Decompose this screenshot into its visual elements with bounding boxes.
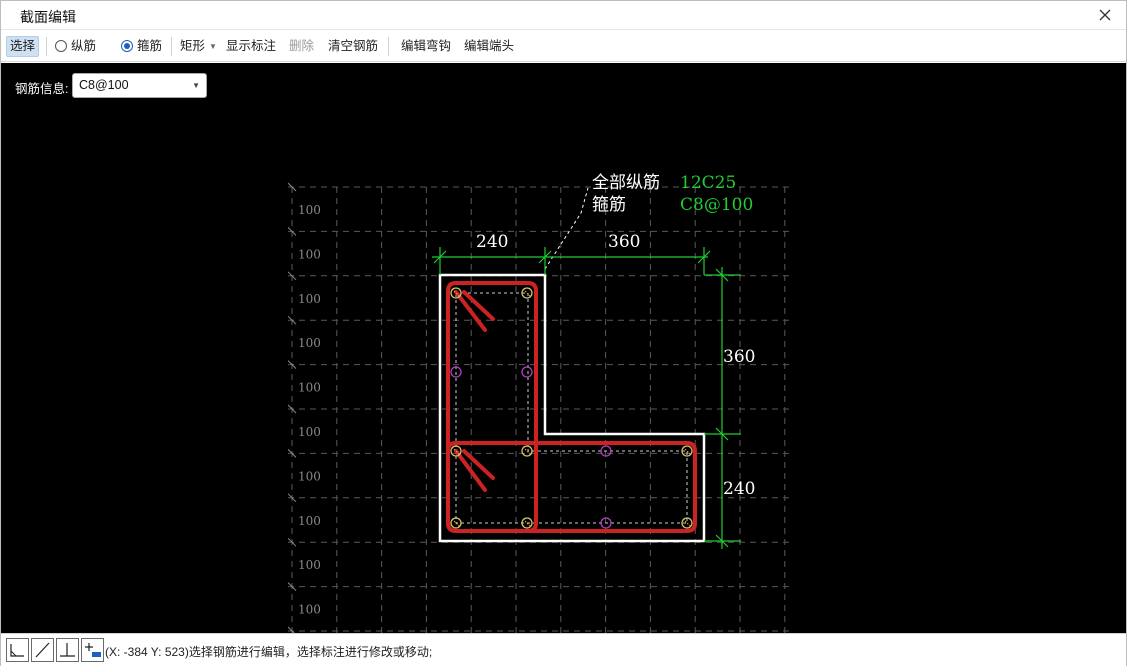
stirrup-hook-bottom[interactable]: [454, 449, 495, 492]
add-point-tool-button[interactable]: [81, 638, 104, 662]
clear-rebar-button[interactable]: 清空钢筋: [328, 36, 378, 57]
grid-row-label: 100: [298, 247, 321, 261]
dimension-right-top[interactable]: 360: [723, 347, 755, 367]
perpendicular-tool-icon: [60, 643, 75, 657]
edit-end-button[interactable]: 编辑端头: [464, 36, 514, 57]
all-longitudinal-label: 全部纵筋: [592, 173, 660, 193]
rebar-info-value: C8@100: [79, 78, 129, 92]
dimension-right-bottom[interactable]: 240: [723, 479, 755, 499]
delete-button[interactable]: 删除: [289, 36, 314, 57]
corner-tool-button[interactable]: [6, 638, 29, 662]
perpendicular-tool-button[interactable]: [56, 638, 79, 662]
rectangle-dropdown[interactable]: 矩形 ▼: [180, 36, 217, 57]
show-dimension-button[interactable]: 显示标注: [226, 36, 276, 57]
toolbar-separator: [46, 37, 47, 56]
grid-labels: 100 100 100 100 100 100 100 100 100 100: [298, 203, 321, 617]
radio-on-icon: [121, 40, 133, 52]
all-longitudinal-value: 12C25: [680, 173, 736, 193]
inner-dashed-outline: [455, 292, 688, 524]
section-drawing[interactable]: 100 100 100 100 100 100 100 100 100 100 240 360 3…: [1, 63, 1126, 633]
rebar-annotation[interactable]: 全部纵筋 12C25 箍筋 C8@100: [592, 173, 753, 215]
grid-row-label: 100: [298, 292, 321, 306]
section-outline[interactable]: [438, 273, 706, 543]
radio-off-icon: [55, 40, 67, 52]
longitudinal-radio[interactable]: 纵筋: [55, 36, 96, 57]
grid-row-label: 100: [298, 336, 321, 350]
toolbar: 选择 纵筋 箍筋 矩形 ▼ 显示标注 删除 清空钢筋 编辑弯钩 编辑端头: [1, 31, 1126, 62]
grid-row-label: 100: [298, 603, 321, 617]
section-edit-window: 截面编辑 选择 纵筋 箍筋 矩形 ▼ 显示标注 删除 清空钢筋 编辑弯钩 编辑端头…: [0, 0, 1127, 666]
dimension-top-right[interactable]: 360: [608, 232, 640, 252]
stirrup-radio[interactable]: 箍筋: [121, 36, 162, 57]
grid-row-label: 100: [298, 381, 321, 395]
toolbar-separator: [171, 37, 172, 56]
close-icon: [1099, 9, 1111, 21]
grid-row-label: 100: [298, 558, 321, 572]
grid: [287, 182, 792, 633]
status-message: (X: -384 Y: 523)选择钢筋进行编辑，选择标注进行修改或移动;: [105, 645, 433, 659]
drawing-canvas[interactable]: 100 100 100 100 100 100 100 100 100 100: [1, 63, 1126, 633]
corner-tool-icon: [10, 644, 24, 657]
dimension-top-left[interactable]: 240: [476, 232, 508, 252]
toolbar-separator: [388, 37, 389, 56]
longitudinal-bars[interactable]: [450, 287, 693, 529]
rebar-info-label: 钢筋信息:: [15, 82, 69, 96]
select-button[interactable]: 选择: [6, 36, 40, 57]
window-title: 截面编辑: [20, 9, 76, 25]
edit-hook-button[interactable]: 编辑弯钩: [401, 36, 451, 57]
rebar-info-select[interactable]: C8@100 ▼: [72, 73, 207, 98]
grid-row-label: 100: [298, 203, 321, 217]
stirrup-annotation-label: 箍筋: [592, 195, 626, 215]
close-button[interactable]: [1094, 4, 1116, 26]
line-tool-icon: [35, 642, 50, 658]
stirrup-label: 箍筋: [137, 39, 163, 53]
add-point-tool-icon: [85, 643, 101, 657]
grid-row-label: 100: [298, 425, 321, 439]
rectangle-label: 矩形: [180, 39, 206, 53]
mid-bar[interactable]: [521, 366, 533, 378]
chevron-down-icon: ▼: [192, 81, 200, 90]
stirrup-hook-top[interactable]: [454, 290, 495, 332]
status-bar: (X: -384 Y: 523)选择钢筋进行编辑，选择标注进行修改或移动;: [1, 633, 1126, 666]
chevron-down-icon: ▼: [209, 42, 217, 51]
grid-row-label: 100: [298, 514, 321, 528]
title-bar: 截面编辑: [1, 1, 1126, 30]
longitudinal-label: 纵筋: [71, 39, 97, 53]
line-tool-button[interactable]: [31, 638, 54, 662]
grid-row-label: 100: [298, 469, 321, 483]
stirrup-annotation-value: C8@100: [680, 195, 753, 215]
